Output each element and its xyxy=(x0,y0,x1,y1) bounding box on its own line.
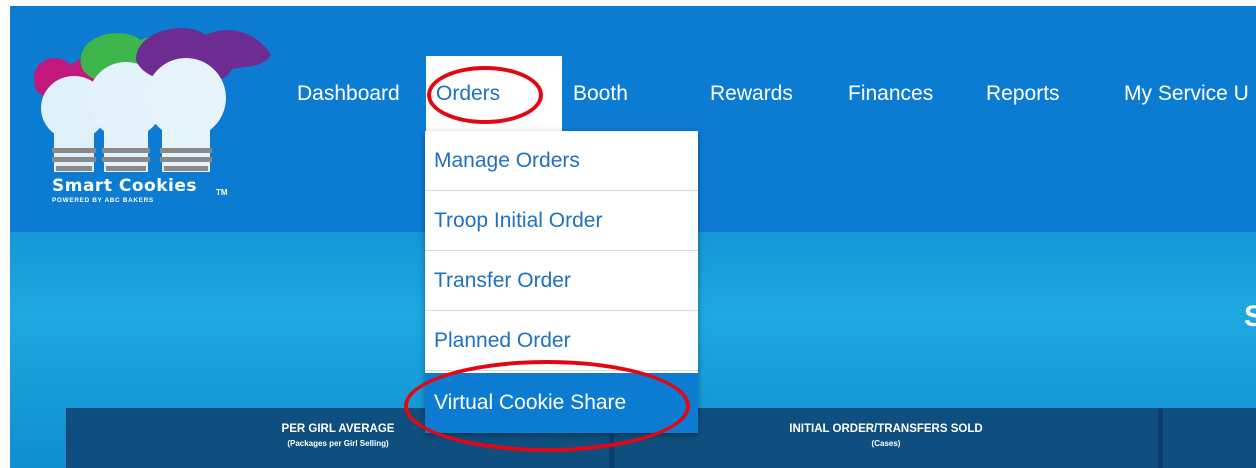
nav-rewards[interactable]: Rewards xyxy=(710,82,793,106)
nav-orders[interactable]: Orders xyxy=(436,82,500,106)
menu-item-label: Manage Orders xyxy=(434,149,580,172)
menu-item-planned-order[interactable]: Planned Order xyxy=(425,311,698,371)
nav-booth[interactable]: Booth xyxy=(573,82,628,106)
stat-third-partial xyxy=(1163,408,1256,468)
nav-reports[interactable]: Reports xyxy=(986,82,1060,106)
nav-dashboard[interactable]: Dashboard xyxy=(297,82,400,106)
menu-item-label: Planned Order xyxy=(434,329,571,352)
menu-item-transfer-order[interactable]: Transfer Order xyxy=(425,251,698,311)
menu-item-label: Virtual Cookie Share xyxy=(434,391,627,414)
nav-finances[interactable]: Finances xyxy=(848,82,933,106)
logo-tagline: POWERED BY ABC BAKERS xyxy=(52,197,154,204)
hero-heading-partial: S xyxy=(1244,300,1256,333)
menu-item-troop-initial-order[interactable]: Troop Initial Order xyxy=(425,191,698,251)
menu-item-manage-orders[interactable]: Manage Orders xyxy=(425,131,698,191)
stat-subtitle: (Cases) xyxy=(871,439,901,448)
logo-wordmark: Smart Cookies xyxy=(52,176,197,196)
orders-dropdown-menu: Manage Orders Troop Initial Order Transf… xyxy=(425,131,698,433)
logo-trademark: TM xyxy=(216,188,228,197)
nav-my-service-unit[interactable]: My Service U xyxy=(1124,82,1249,106)
stat-subtitle: (Packages per Girl Selling) xyxy=(287,439,389,448)
menu-item-label: Troop Initial Order xyxy=(434,209,603,232)
menu-item-label: Transfer Order xyxy=(434,269,571,292)
menu-item-virtual-cookie-share[interactable]: Virtual Cookie Share xyxy=(425,373,698,433)
